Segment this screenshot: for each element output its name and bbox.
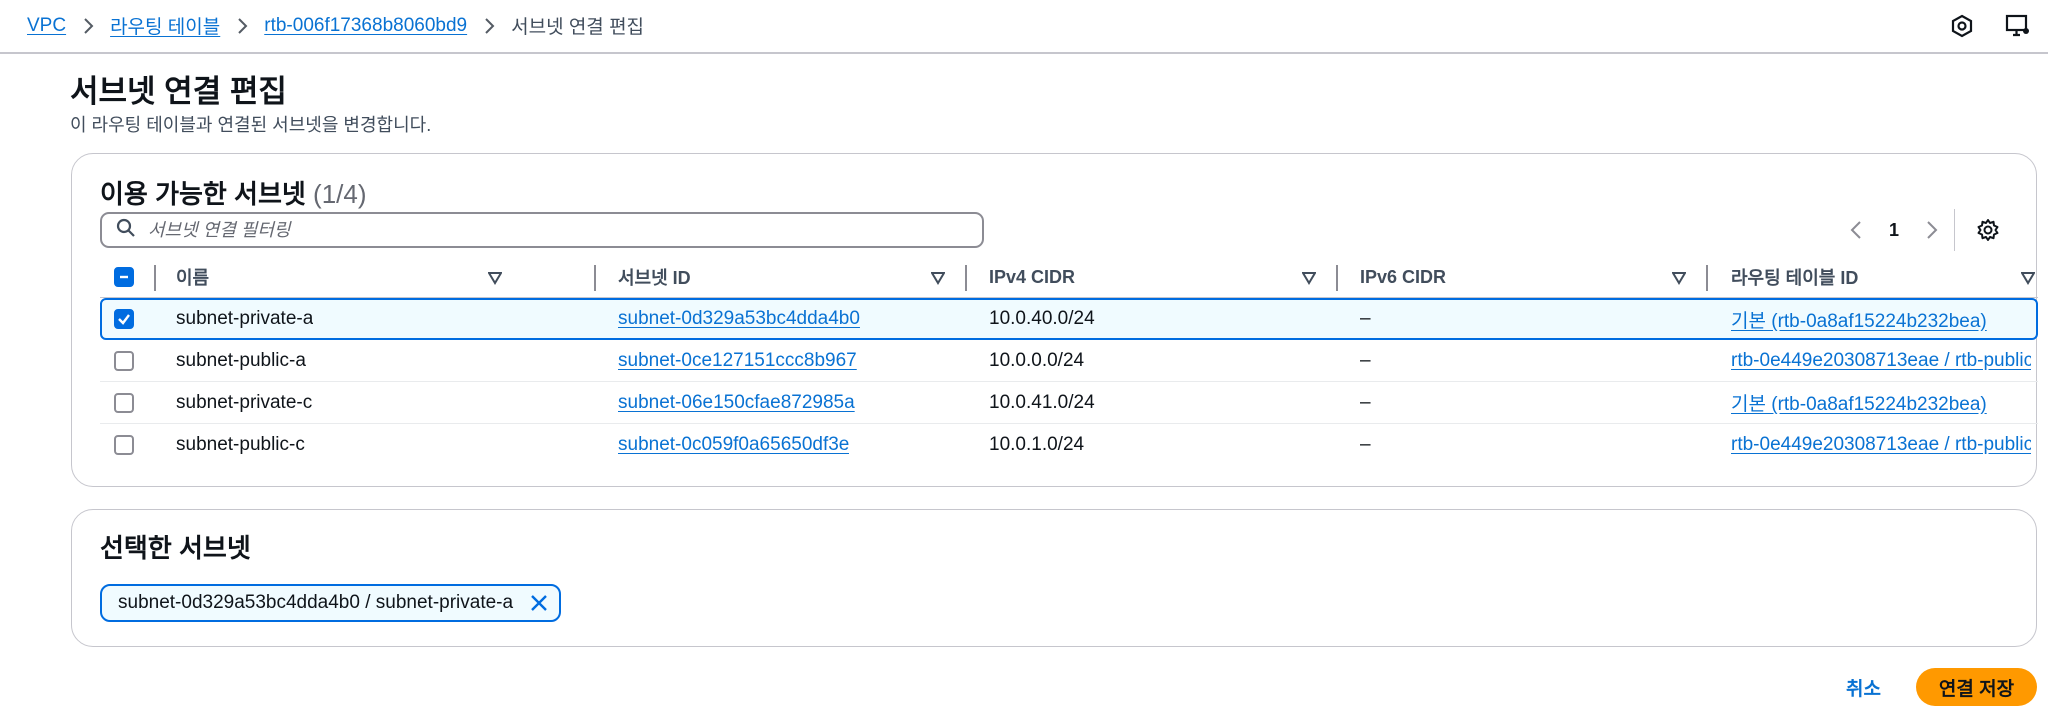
- chevron-right-icon: [236, 17, 248, 35]
- sort-caret-icon[interactable]: [1301, 269, 1317, 290]
- gear-icon[interactable]: [1971, 213, 2005, 247]
- save-associations-button[interactable]: 연결 저장: [1916, 668, 2037, 706]
- cancel-button[interactable]: 취소: [1846, 674, 1881, 701]
- ipv4-cidr: 10.0.0.0/24: [989, 349, 1085, 371]
- column-label-ipv6: IPv6 CIDR: [1360, 266, 1447, 287]
- breadcrumb-route-tables[interactable]: 라우팅 테이블: [110, 12, 220, 39]
- subnet-name: subnet-private-c: [176, 391, 313, 413]
- selected-subnet-token: subnet-0d329a53bc4dda4b0 / subnet-privat…: [100, 584, 562, 622]
- row-checkbox-cell: [114, 424, 134, 466]
- available-subnets-title: 이용 가능한 서브넷 (1/4): [100, 174, 367, 211]
- route-table-link[interactable]: 기본 (rtb-0a8af15224b232bea): [1731, 300, 1987, 338]
- ipv4-cidr: 10.0.1.0/24: [989, 434, 1085, 455]
- sort-caret-icon[interactable]: [487, 269, 503, 290]
- subnet-name: subnet-private-a: [176, 308, 314, 329]
- row-checkbox[interactable]: [114, 309, 134, 329]
- table-row[interactable]: subnet-private-c subnet-06e150cfae872985…: [100, 382, 2038, 424]
- column-header-subnet-id[interactable]: 서브넷 ID: [618, 256, 948, 298]
- row-checkbox[interactable]: [114, 435, 134, 455]
- row-checkbox[interactable]: [114, 350, 134, 371]
- top-bar: VPC 라우팅 테이블 rtb-006f17368b8060bd9 서브넷 연결…: [0, 0, 2048, 54]
- search-icon: [116, 218, 136, 243]
- available-subnets-panel: 이용 가능한 서브넷 (1/4) 1 이름: [71, 153, 2038, 487]
- breadcrumb: VPC 라우팅 테이블 rtb-006f17368b8060bd9 서브넷 연결…: [27, 12, 644, 39]
- table-header: 이름 서브넷 ID IPv4 CIDR IPv6 CIDR 라우팅 테이블 ID: [100, 256, 2038, 298]
- page-description: 이 라우팅 테이블과 연결된 서브넷을 변경합니다.: [70, 115, 432, 135]
- route-table-link[interactable]: rtb-0e449e20308713eae / rtb-public-...: [1731, 424, 2031, 466]
- ipv6-cidr: –: [1360, 391, 1371, 413]
- subnet-name: subnet-public-a: [176, 349, 306, 371]
- row-checkbox-cell: [114, 300, 134, 338]
- subnet-name: subnet-public-c: [176, 434, 305, 455]
- selected-subnets-panel: 선택한 서브넷 subnet-0d329a53bc4dda4b0 / subne…: [71, 509, 2037, 647]
- subnet-id-link[interactable]: subnet-0c059f0a65650df3e: [618, 424, 849, 466]
- page-title: 서브넷 연결 편집: [70, 74, 287, 109]
- subnet-filter-search[interactable]: [100, 212, 984, 248]
- ipv6-cidr: –: [1360, 308, 1371, 329]
- page-number[interactable]: 1: [1872, 220, 1916, 241]
- available-subnets-count: (1/4): [313, 179, 367, 209]
- column-header-ipv6[interactable]: IPv6 CIDR: [1360, 256, 1690, 298]
- column-header-ipv4[interactable]: IPv4 CIDR: [989, 256, 1319, 298]
- column-header-name[interactable]: 이름: [176, 256, 506, 298]
- breadcrumb-current: 서브넷 연결 편집: [511, 17, 645, 38]
- subnet-id-link[interactable]: subnet-06e150cfae872985a: [618, 382, 855, 423]
- display-settings-icon[interactable]: [2004, 12, 2032, 40]
- row-checkbox-cell: [114, 340, 134, 381]
- column-divider: [1336, 265, 1338, 291]
- ipv4-cidr: 10.0.41.0/24: [989, 391, 1095, 413]
- sort-caret-icon[interactable]: [2020, 269, 2036, 290]
- column-label-name: 이름: [176, 268, 210, 288]
- chevron-right-icon: [82, 17, 94, 35]
- column-divider: [594, 265, 596, 291]
- column-header-route-table[interactable]: 라우팅 테이블 ID: [1731, 256, 2038, 298]
- available-subnets-heading: 이용 가능한 서브넷: [100, 179, 306, 209]
- sort-caret-icon[interactable]: [930, 269, 946, 290]
- row-checkbox-cell: [114, 382, 134, 423]
- table-row[interactable]: subnet-public-a subnet-0ce127151ccc8b967…: [100, 340, 2038, 382]
- subnet-id-link[interactable]: subnet-0d329a53bc4dda4b0: [618, 300, 860, 338]
- column-label-ipv4: IPv4 CIDR: [989, 266, 1076, 287]
- select-all-checkbox[interactable]: [114, 266, 134, 287]
- ipv6-cidr: –: [1360, 349, 1371, 371]
- chevron-right-icon: [483, 17, 495, 35]
- ipv4-cidr: 10.0.40.0/24: [989, 308, 1095, 329]
- subnet-id-link[interactable]: subnet-0ce127151ccc8b967: [618, 340, 857, 381]
- route-table-link[interactable]: 기본 (rtb-0a8af15224b232bea): [1731, 382, 1987, 423]
- selected-subnets-title: 선택한 서브넷: [100, 533, 251, 563]
- select-all-cell: [114, 256, 134, 297]
- breadcrumb-route-table-id[interactable]: rtb-006f17368b8060bd9: [264, 15, 467, 37]
- column-divider: [1706, 265, 1708, 291]
- top-icons: [1948, 12, 2032, 40]
- close-icon[interactable]: [527, 591, 551, 615]
- breadcrumb-vpc[interactable]: VPC: [27, 15, 66, 37]
- ipv6-cidr: –: [1360, 434, 1371, 455]
- column-divider: [965, 265, 967, 291]
- pagination-divider: [1954, 209, 1955, 251]
- notifications-hex-icon[interactable]: [1948, 12, 1976, 40]
- subnet-filter-input[interactable]: [148, 219, 948, 241]
- route-table-link[interactable]: rtb-0e449e20308713eae / rtb-public-...: [1731, 340, 2031, 381]
- row-checkbox[interactable]: [114, 392, 134, 413]
- table-row[interactable]: subnet-public-c subnet-0c059f0a65650df3e…: [100, 424, 2038, 466]
- selected-subnet-label: subnet-0d329a53bc4dda4b0 / subnet-privat…: [118, 592, 514, 613]
- next-page-icon[interactable]: [1916, 214, 1948, 246]
- column-label-route-table: 라우팅 테이블 ID: [1731, 268, 1859, 288]
- pagination: 1: [1840, 209, 2005, 251]
- column-divider: [154, 265, 156, 291]
- column-label-subnet-id: 서브넷 ID: [618, 268, 691, 288]
- table-row[interactable]: subnet-private-a subnet-0d329a53bc4dda4b…: [100, 298, 2038, 340]
- sort-caret-icon[interactable]: [1671, 269, 1687, 290]
- previous-page-icon[interactable]: [1840, 214, 1872, 246]
